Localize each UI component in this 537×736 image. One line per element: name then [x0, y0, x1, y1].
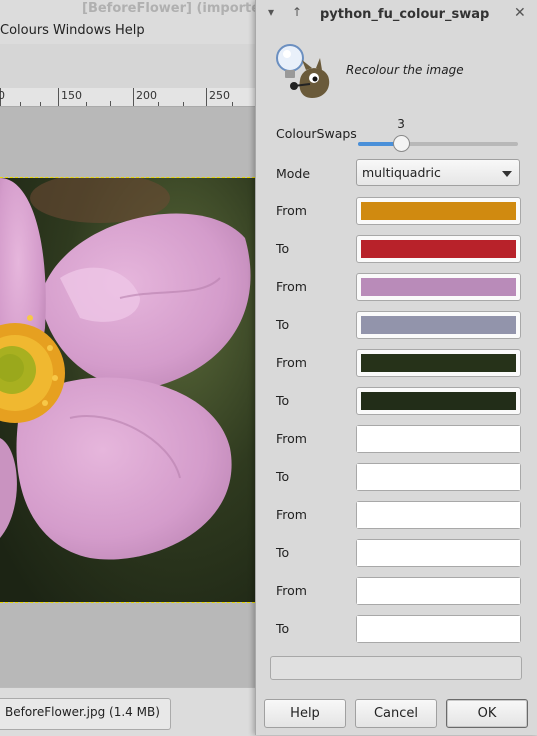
- swatch-label: From: [276, 583, 307, 598]
- from-colour-1-button[interactable]: [356, 197, 521, 225]
- swatch-fill: [361, 278, 516, 296]
- swatch-label: To: [276, 469, 290, 484]
- colour-swaps-slider[interactable]: [358, 142, 518, 146]
- menubar: Colours Windows Help: [0, 18, 260, 44]
- mode-dropdown[interactable]: multiquadric: [356, 159, 520, 186]
- colour-swaps-value: 3: [397, 117, 405, 131]
- swatch-label: To: [276, 241, 290, 256]
- ruler-label: 200: [136, 89, 157, 102]
- ruler-tick: [110, 101, 111, 106]
- from-colour-6-button[interactable]: [356, 577, 521, 605]
- ruler-tick: [20, 102, 21, 106]
- dialog-title: python_fu_colour_swap: [320, 7, 490, 22]
- ruler-tick: [232, 102, 233, 106]
- swatch-label: From: [276, 279, 307, 294]
- swatch-fill: [357, 502, 520, 528]
- horizontal-ruler[interactable]: 0 150 200 250: [0, 88, 260, 107]
- progress-bar: [270, 656, 522, 680]
- swatch-fill: [361, 392, 516, 410]
- swatch-fill: [357, 426, 520, 452]
- flower-image: [0, 178, 255, 602]
- swatch-fill: [357, 616, 520, 642]
- image-window-title: [BeforeFlower] (imported): [82, 1, 276, 16]
- swatch-label: To: [276, 545, 290, 560]
- from-colour-4-button[interactable]: [356, 425, 521, 453]
- from-colour-3-button[interactable]: [356, 349, 521, 377]
- swatch-label: To: [276, 317, 290, 332]
- ruler-tick: [58, 88, 59, 106]
- swatch-label: From: [276, 507, 307, 522]
- image-canvas[interactable]: [0, 107, 260, 687]
- ruler-tick: [158, 102, 159, 106]
- ruler-tick: [133, 88, 134, 106]
- ruler-label: 250: [209, 89, 230, 102]
- slider-handle[interactable]: [393, 135, 411, 152]
- menu-help[interactable]: Help: [115, 23, 145, 38]
- close-icon[interactable]: ✕: [514, 5, 526, 21]
- swatch-fill: [357, 578, 520, 604]
- to-colour-5-button[interactable]: [356, 539, 521, 567]
- statusbar: BeforeFlower.jpg (1.4 MB): [0, 687, 260, 736]
- from-colour-2-button[interactable]: [356, 273, 521, 301]
- colour-swap-dialog: ▾ ↑ python_fu_colour_swap ✕ Recolour the…: [255, 0, 537, 735]
- to-colour-6-button[interactable]: [356, 615, 521, 643]
- ruler-label: 0: [0, 89, 5, 102]
- swatch-label: From: [276, 203, 307, 218]
- plugin-blurb: Recolour the image: [346, 63, 464, 77]
- to-colour-3-button[interactable]: [356, 387, 521, 415]
- swatch-fill: [357, 464, 520, 490]
- file-info-box: BeforeFlower.jpg (1.4 MB): [0, 698, 171, 730]
- swatch-label: To: [276, 393, 290, 408]
- swatch-fill: [357, 540, 520, 566]
- colour-swaps-label: ColourSwaps: [276, 126, 357, 141]
- ruler-tick: [183, 102, 184, 106]
- cancel-button[interactable]: Cancel: [355, 699, 437, 728]
- menu-colours[interactable]: Colours: [0, 23, 49, 38]
- keep-above-icon[interactable]: ↑: [292, 5, 302, 19]
- swatch-fill: [361, 240, 516, 258]
- image-window-titlebar: [BeforeFlower] (imported): [0, 0, 275, 18]
- to-colour-2-button[interactable]: [356, 311, 521, 339]
- mode-label: Mode: [276, 166, 311, 181]
- ruler-tick: [40, 102, 41, 106]
- to-colour-1-button[interactable]: [356, 235, 521, 263]
- toolbar-area: [0, 44, 260, 88]
- ok-button[interactable]: OK: [446, 699, 528, 728]
- chevron-down-icon: [502, 171, 512, 177]
- window-menu-icon[interactable]: ▾: [268, 5, 274, 19]
- mode-value: multiquadric: [362, 165, 441, 180]
- to-colour-4-button[interactable]: [356, 463, 521, 491]
- swatch-label: From: [276, 355, 307, 370]
- help-button[interactable]: Help: [264, 699, 346, 728]
- dialog-titlebar: ▾ ↑ python_fu_colour_swap ✕: [256, 0, 537, 28]
- swatch-label: From: [276, 431, 307, 446]
- swatch-fill: [361, 316, 516, 334]
- swatch-label: To: [276, 621, 290, 636]
- ruler-tick: [206, 88, 207, 106]
- file-info: BeforeFlower.jpg (1.4 MB): [5, 705, 160, 719]
- ruler-tick: [86, 102, 87, 106]
- swatch-fill: [361, 202, 516, 220]
- flower-photo[interactable]: [0, 177, 255, 603]
- from-colour-5-button[interactable]: [356, 501, 521, 529]
- menu-windows[interactable]: Windows: [53, 23, 111, 38]
- swatch-fill: [361, 354, 516, 372]
- ruler-label: 150: [61, 89, 82, 102]
- gimp-wilber-icon: [272, 40, 334, 102]
